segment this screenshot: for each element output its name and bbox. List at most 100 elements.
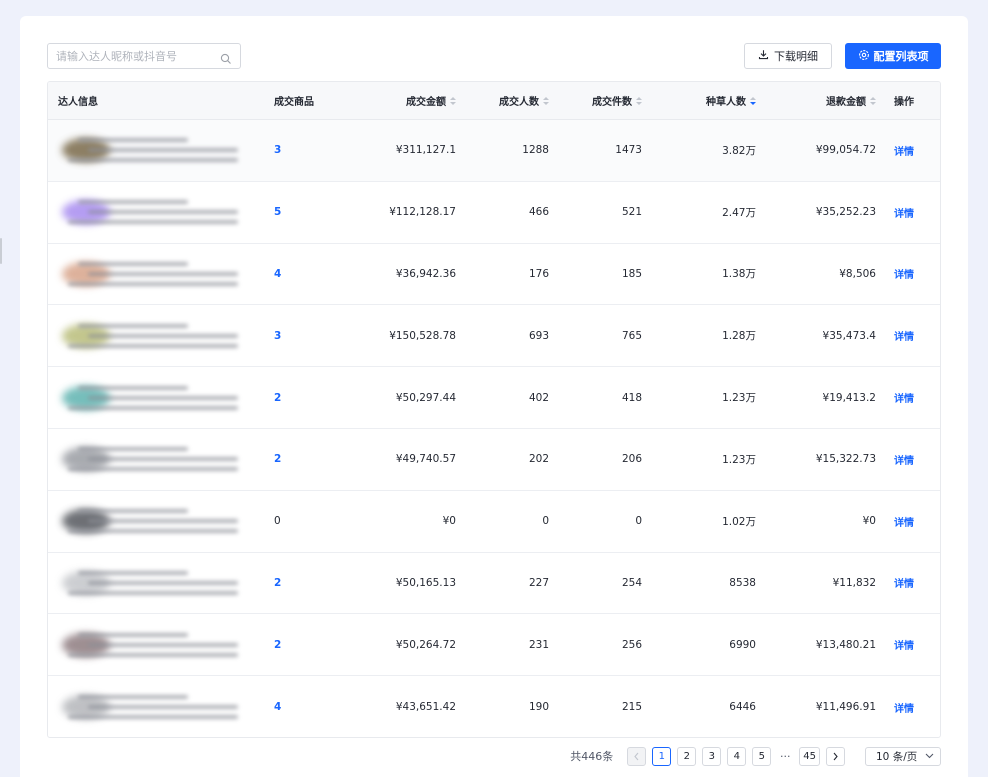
table-row: 4 ¥36,942.36 176 185 1.38万 ¥8,506 详情	[48, 244, 940, 306]
search-box[interactable]	[47, 43, 241, 69]
detail-link[interactable]: 详情	[894, 429, 934, 490]
influencer-info-blurred	[58, 501, 258, 541]
blurred-text	[78, 632, 188, 637]
page-size-select[interactable]: 10 条/页	[865, 746, 941, 766]
detail-link[interactable]: 详情	[894, 676, 934, 737]
blurred-text	[88, 333, 238, 338]
grass-count: 3.82万	[722, 144, 756, 157]
blurred-text	[88, 271, 238, 276]
page-button-4[interactable]: 4	[727, 746, 747, 766]
page-button-1[interactable]: 1	[652, 746, 672, 766]
influencer-info-blurred	[58, 378, 258, 418]
page-button-3[interactable]: 3	[702, 746, 722, 766]
next-page-button[interactable]	[826, 746, 845, 766]
detail-link[interactable]: 详情	[894, 614, 934, 675]
col-header-amount-label: 成交金额	[406, 97, 446, 108]
item-count: 256	[621, 638, 642, 651]
blurred-text	[78, 200, 188, 205]
buyer-count: 0	[542, 515, 549, 528]
prev-page-button[interactable]	[627, 746, 647, 766]
influencer-info[interactable]	[58, 120, 258, 181]
detail-link[interactable]: 详情	[894, 182, 934, 243]
content-card: 下载明细 配置列表项 达人信息 成交商品 成交金额 成交人数 成交件数 种草人数	[20, 16, 968, 777]
page-button-2[interactable]: 2	[677, 746, 697, 766]
download-detail-label: 下载明细	[774, 50, 818, 63]
blurred-text	[78, 509, 188, 514]
side-collapse-handle[interactable]	[0, 238, 2, 264]
refund-amount: ¥0	[862, 515, 876, 528]
influencer-info-blurred	[58, 254, 258, 294]
blurred-text	[88, 642, 238, 647]
col-header-info: 达人信息	[58, 97, 98, 108]
table-row: 3 ¥311,127.1 1288 1473 3.82万 ¥99,054.72 详情	[48, 120, 940, 182]
sort-icon[interactable]	[636, 96, 642, 105]
col-header-items[interactable]: 成交件数	[558, 82, 642, 119]
table-row: 5 ¥112,128.17 466 521 2.47万 ¥35,252.23 详情	[48, 182, 940, 244]
influencer-info[interactable]	[58, 244, 258, 305]
col-header-amount[interactable]: 成交金额	[338, 82, 456, 119]
influencer-info[interactable]	[58, 491, 258, 552]
blurred-text	[88, 148, 238, 153]
refund-amount: ¥8,506	[839, 267, 876, 280]
page-button-last[interactable]: 45	[799, 746, 820, 766]
table-body: 3 ¥311,127.1 1288 1473 3.82万 ¥99,054.72 详情 5 ¥11…	[48, 120, 940, 737]
table-row: 0 ¥0 0 0 1.02万 ¥0 详情	[48, 491, 940, 553]
grass-count: 6446	[729, 701, 756, 714]
influencer-info[interactable]	[58, 553, 258, 614]
page-button-5[interactable]: 5	[752, 746, 772, 766]
detail-link[interactable]: 详情	[894, 553, 934, 614]
sort-icon[interactable]	[870, 96, 876, 105]
download-detail-button[interactable]: 下载明细	[744, 43, 832, 69]
col-header-refund[interactable]: 退款金额	[768, 82, 876, 119]
page-ellipsis[interactable]: ···	[777, 750, 793, 763]
configure-columns-label: 配置列表项	[873, 50, 929, 63]
col-header-refund-label: 退款金额	[826, 97, 866, 108]
detail-link[interactable]: 详情	[894, 491, 934, 552]
blurred-text	[78, 447, 188, 452]
table-row: 2 ¥50,165.13 227 254 8538 ¥11,832 详情	[48, 553, 940, 615]
search-input[interactable]	[56, 49, 220, 63]
influencer-info[interactable]	[58, 367, 258, 428]
col-header-grass[interactable]: 种草人数	[653, 82, 756, 119]
influencer-info[interactable]	[58, 429, 258, 490]
influencer-info[interactable]	[58, 676, 258, 737]
detail-link[interactable]: 详情	[894, 120, 934, 181]
col-header-op: 操作	[894, 97, 914, 108]
refund-amount: ¥99,054.72	[815, 144, 876, 157]
item-count: 206	[621, 453, 642, 466]
col-header-buyers[interactable]: 成交人数	[468, 82, 549, 119]
blurred-text	[68, 590, 238, 595]
influencer-info-blurred	[58, 316, 258, 356]
influencer-info[interactable]	[58, 305, 258, 366]
blurred-text	[68, 343, 238, 348]
page-size-value: 10 条/页	[876, 750, 918, 763]
influencer-info[interactable]	[58, 182, 258, 243]
buyer-count: 190	[528, 701, 549, 714]
grass-count: 1.23万	[722, 453, 756, 466]
blurred-text	[68, 281, 238, 286]
blurred-text	[88, 519, 238, 524]
influencer-info-blurred	[58, 130, 258, 170]
influencer-info[interactable]	[58, 614, 258, 675]
blurred-text	[68, 652, 238, 657]
col-header-grass-label: 种草人数	[706, 97, 746, 108]
grass-count: 8538	[729, 576, 756, 589]
deal-amount: ¥150,528.78	[389, 329, 456, 342]
col-header-buyers-label: 成交人数	[499, 97, 539, 108]
grass-count: 2.47万	[722, 206, 756, 219]
blurred-text	[68, 405, 238, 410]
sort-icon[interactable]	[543, 96, 549, 105]
detail-link[interactable]: 详情	[894, 244, 934, 305]
detail-link[interactable]: 详情	[894, 305, 934, 366]
search-icon[interactable]	[220, 50, 232, 64]
detail-link[interactable]: 详情	[894, 367, 934, 428]
deal-amount: ¥36,942.36	[395, 267, 456, 280]
deal-amount: ¥50,165.13	[395, 576, 456, 589]
table-row: 2 ¥49,740.57 202 206 1.23万 ¥15,322.73 详情	[48, 429, 940, 491]
sort-icon[interactable]	[450, 96, 456, 105]
grass-count: 1.02万	[722, 515, 756, 528]
sort-desc-active-icon[interactable]	[750, 96, 756, 105]
blurred-text	[78, 323, 188, 328]
configure-columns-button[interactable]: 配置列表项	[845, 43, 941, 69]
blurred-text	[78, 385, 188, 390]
